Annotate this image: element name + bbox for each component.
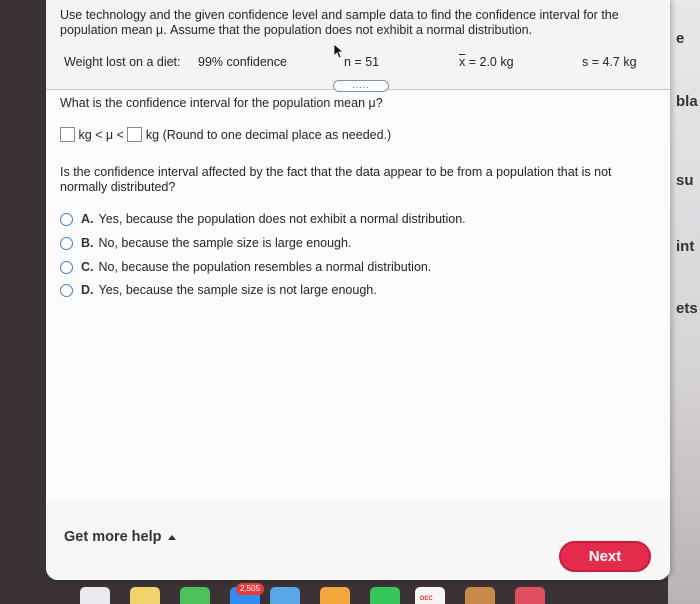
mail-badge: 2,505 (236, 583, 265, 595)
facetime-icon[interactable] (370, 587, 400, 604)
problem-intro: Use technology and the given confidence … (60, 8, 619, 37)
launchpad-icon[interactable] (130, 587, 160, 604)
get-more-help-button[interactable]: Get more help (64, 529, 176, 545)
sample-mean: x = 2.0 kg (459, 55, 514, 69)
confidence-interval-answer: kg < μ < kg (Round to one decimal place … (60, 127, 391, 143)
answer-option-c[interactable]: C. No, because the population resembles … (60, 258, 431, 276)
rounding-instruction: kg (Round to one decimal place as needed… (145, 128, 392, 142)
radio-button[interactable] (60, 283, 73, 297)
maps-icon[interactable] (270, 587, 300, 604)
confidence-level: 99% confidence (198, 55, 287, 69)
lower-bound-input[interactable] (60, 127, 75, 142)
radio-button[interactable] (60, 260, 73, 274)
sample-size: n = 51 (344, 55, 380, 69)
radio-button[interactable] (60, 212, 73, 226)
question-window: Use technology and the given confidence … (46, 0, 670, 580)
finder-icon[interactable] (80, 587, 110, 604)
next-button[interactable]: Next (559, 541, 651, 572)
background-text: su (676, 172, 694, 189)
background-text: bla (676, 93, 698, 110)
help-label: Get more help (64, 529, 162, 545)
reminders-icon[interactable] (515, 587, 545, 604)
messages-icon[interactable] (180, 587, 210, 604)
mouse-cursor-icon (333, 43, 345, 59)
question-1-prompt: What is the confidence interval for the … (60, 96, 383, 110)
interval-inequality: kg < μ < (78, 128, 124, 142)
background-text: ets (676, 300, 698, 317)
answer-option-d[interactable]: D. Yes, because the sample size is not l… (60, 281, 377, 299)
background-text: int (676, 238, 695, 255)
answer-option-a[interactable]: A. Yes, because the population does not … (60, 210, 466, 228)
contacts-icon[interactable] (465, 587, 495, 604)
photos-icon[interactable] (320, 587, 350, 604)
radio-button[interactable] (60, 236, 73, 250)
question-2-prompt: Is the confidence interval affected by t… (60, 165, 612, 194)
dock: 2,505 DEC (70, 583, 570, 604)
data-label: Weight lost on a diet: (64, 55, 181, 69)
upper-bound-input[interactable] (127, 127, 143, 142)
sample-std-dev: s = 4.7 kg (582, 55, 637, 69)
background-text: e (676, 30, 685, 47)
answer-option-b[interactable]: B. No, because the sample size is large … (60, 234, 351, 252)
caret-up-icon (167, 534, 176, 540)
calendar-month: DEC (420, 596, 433, 602)
expand-button[interactable]: ..... (333, 80, 389, 92)
